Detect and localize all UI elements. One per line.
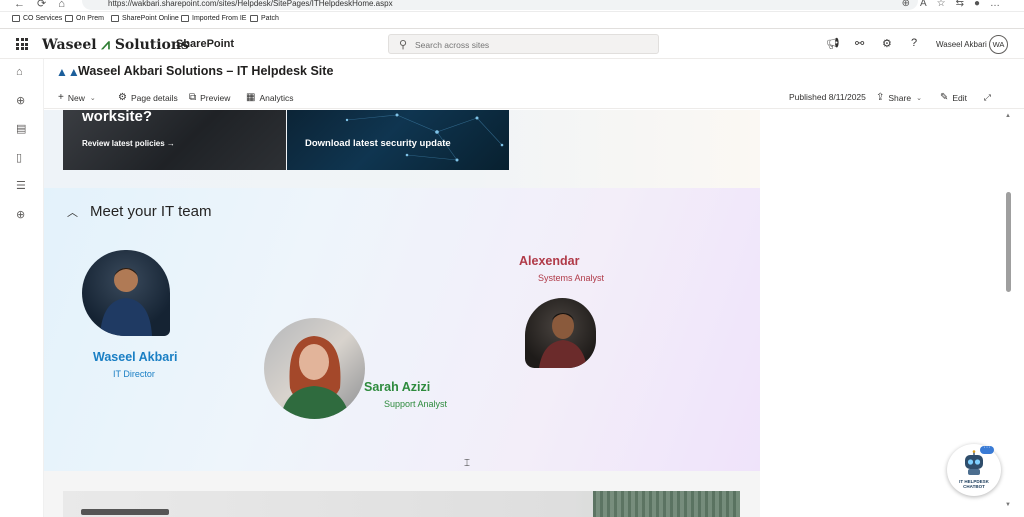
chevron-up-icon[interactable]: ︿: [67, 204, 78, 220]
folder-icon: [181, 15, 189, 22]
scroll-down-icon[interactable]: ▼: [1005, 502, 1011, 508]
circuit-board-image: [593, 491, 740, 517]
browser-nav-icons[interactable]: ←⟳⌂: [14, 0, 77, 10]
member-photo-waseel: [82, 250, 170, 336]
user-name[interactable]: Waseel Akbari: [936, 40, 987, 49]
folder-icon: [111, 15, 119, 22]
share-icon: ⇪: [876, 92, 885, 103]
address-url: https://wakbari.sharepoint.com/sites/Hel…: [108, 0, 393, 8]
folder-icon: [250, 15, 258, 22]
sharepoint-app-label[interactable]: SharePoint: [176, 38, 234, 50]
hero-section: worksite? Review latest policies → Downl…: [44, 110, 760, 188]
member-photo-sarah: [264, 318, 365, 419]
expand-icon[interactable]: ⤢: [984, 92, 991, 103]
member-role-waseel: IT Director: [113, 369, 155, 379]
mouse-cursor-icon: ⌶: [464, 458, 470, 469]
search-input[interactable]: [415, 38, 645, 51]
address-bar[interactable]: https://wakbari.sharepoint.com/sites/Hel…: [82, 0, 918, 10]
review-policies-link[interactable]: Review latest policies →: [82, 139, 175, 148]
scrollbar-thumb[interactable]: [1006, 192, 1011, 292]
command-bar: + New ⌄ ⚙ Page details ⧉ Preview ▦ Analytics …: [44, 85, 1024, 109]
member-role-sarah: Support Analyst: [384, 399, 448, 409]
preview-icon: ⧉: [189, 92, 197, 103]
bookmark-co-services[interactable]: CO Services: [12, 15, 62, 22]
app-launcher-icon[interactable]: [16, 38, 28, 50]
gear-icon[interactable]: ⚙: [882, 37, 892, 50]
member-name-sarah[interactable]: Sarah Azizi: [364, 380, 430, 394]
bookmarks-bar: CO Services On Prem SharePoint Online Im…: [0, 12, 1024, 29]
help-icon[interactable]: ?: [911, 37, 917, 49]
member-role-alexendar: Systems Analyst: [538, 273, 605, 283]
lists-icon[interactable]: ☰: [16, 179, 26, 192]
it-team-section: ︿ Meet your IT team Waseel Akbari IT Dir…: [44, 188, 760, 471]
policies-tile-heading: worksite?: [82, 110, 153, 125]
chevron-down-icon: ⌄: [89, 94, 96, 102]
brand-logo[interactable]: Waseel ⩘ Solutions: [42, 35, 189, 53]
app-rail: ⌂ ⊕ ▤ ▯ ☰ ⊕: [0, 59, 44, 517]
preview-button[interactable]: ⧉ Preview: [189, 92, 230, 103]
security-update-tile[interactable]: Download latest security update: [287, 110, 509, 170]
bookmark-on-prem[interactable]: On Prem: [65, 15, 104, 22]
megaphone-icon[interactable]: 📢︎: [826, 37, 840, 50]
it-helpdesk-chatbot-button[interactable]: ··· IT HELPDESK CHATBOT: [947, 444, 1001, 496]
member-name-waseel[interactable]: Waseel Akbari: [93, 350, 178, 364]
document-icon[interactable]: ▯: [16, 151, 22, 164]
page-canvas: worksite? Review latest policies → Downl…: [44, 110, 760, 517]
published-status: Published 8/11/2025: [789, 92, 866, 102]
download-security-update-link[interactable]: Download latest security update: [305, 138, 451, 149]
chevron-down-icon: ⌄: [916, 94, 922, 102]
member-name-alexendar[interactable]: Alexendar: [519, 254, 579, 268]
edit-button[interactable]: ✎ Edit: [940, 92, 967, 103]
policies-tile[interactable]: worksite? Review latest policies →: [63, 110, 286, 170]
plus-icon: +: [58, 92, 64, 103]
home-icon[interactable]: ⌂: [16, 66, 23, 78]
user-avatar[interactable]: WA: [989, 35, 1008, 54]
page-scrollbar[interactable]: ▲ ▼: [1004, 110, 1014, 517]
search-icon: ⚲: [399, 39, 408, 51]
folder-icon: [65, 15, 73, 22]
site-header: ▲▲ Waseel Akbari Solutions – IT Helpdesk…: [44, 59, 1024, 85]
analytics-icon: ▦: [246, 92, 256, 103]
it-team-heading: Meet your IT team: [90, 203, 212, 220]
suite-bar: Waseel ⩘ Solutions SharePoint ⚲ 📢︎ ⚯ ⚙ ?…: [0, 30, 1024, 59]
globe-icon[interactable]: ⊕: [16, 94, 25, 107]
scroll-up-icon[interactable]: ▲: [1005, 113, 1011, 119]
hardware-banner-image: [63, 491, 740, 517]
browser-toolbar: ←⟳⌂ https://wakbari.sharepoint.com/sites…: [0, 0, 1024, 12]
page-details-button[interactable]: ⚙ Page details: [118, 92, 178, 103]
next-section: [44, 471, 760, 517]
folder-icon: [12, 15, 20, 22]
chatbot-label: IT HELPDESK CHATBOT: [959, 479, 989, 489]
bookmark-imported-from-ie[interactable]: Imported From IE: [181, 15, 246, 22]
robot-icon: [965, 450, 983, 475]
site-logo-icon[interactable]: ▲▲: [56, 65, 80, 79]
bookmark-sharepoint-online[interactable]: SharePoint Online: [111, 15, 179, 22]
member-photo-alexendar: [525, 298, 596, 368]
site-title[interactable]: Waseel Akbari Solutions – IT Helpdesk Si…: [78, 64, 333, 78]
brand-mark-icon: ⩘: [101, 35, 110, 53]
new-button[interactable]: + New ⌄: [58, 92, 96, 103]
search-box[interactable]: ⚲: [388, 34, 659, 54]
connections-icon[interactable]: ⚯: [855, 37, 864, 50]
pencil-icon: ✎: [940, 92, 949, 103]
banner-bar: [81, 509, 169, 515]
bookmark-patch[interactable]: Patch: [250, 15, 279, 22]
share-button[interactable]: ⇪ Share ⌄: [876, 92, 922, 103]
browser-extension-icons[interactable]: ⊕A☆⇆●…: [902, 0, 1010, 9]
gear-icon: ⚙: [118, 92, 127, 103]
create-icon[interactable]: ⊕: [16, 208, 25, 221]
analytics-button[interactable]: ▦ Analytics: [246, 92, 293, 103]
news-icon[interactable]: ▤: [16, 122, 26, 135]
